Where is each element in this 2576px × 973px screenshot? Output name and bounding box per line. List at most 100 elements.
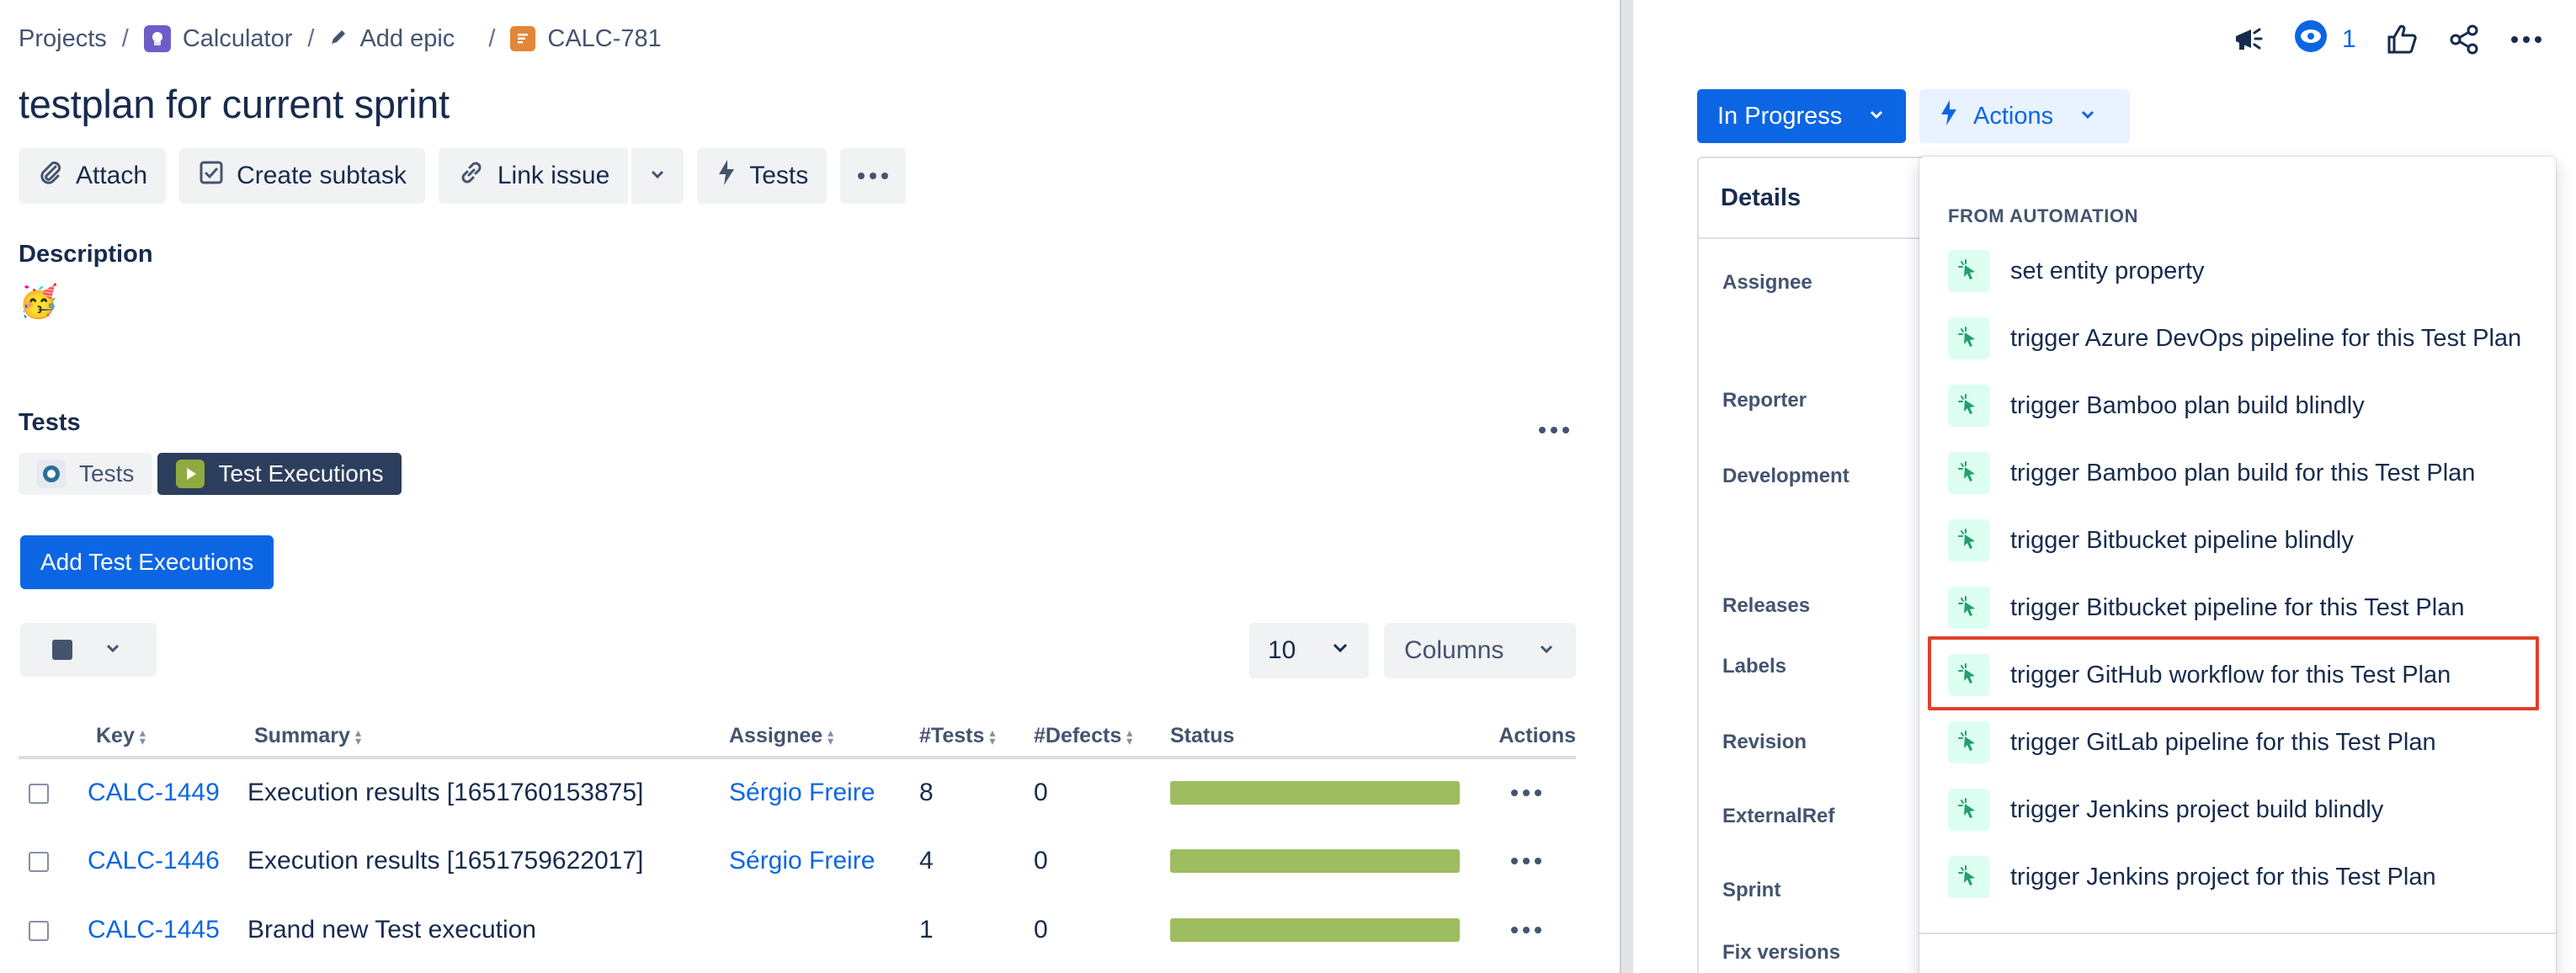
row-key-link[interactable]: CALC-1445 — [88, 916, 220, 944]
automation-menu-item-label: trigger GitLab pipeline for this Test Pl… — [2010, 728, 2436, 756]
automation-cursor-icon — [1948, 654, 1990, 696]
row-defects-count: 0 — [1034, 779, 1048, 806]
automation-menu-item-label: trigger Jenkins project build blindly — [2010, 795, 2384, 823]
row-checkbox[interactable] — [29, 921, 49, 942]
link-issue-button[interactable]: Link issue — [438, 148, 629, 204]
row-checkbox[interactable] — [29, 784, 49, 805]
row-summary: Execution results [1651760153875] — [247, 779, 644, 806]
tab-test-executions-label: Test Executions — [218, 460, 384, 486]
bulk-select-dropdown[interactable] — [20, 623, 157, 677]
row-tests-count: 8 — [919, 779, 934, 806]
page-size-value: 10 — [1268, 636, 1296, 664]
automation-menu-item[interactable]: trigger Bamboo plan build blindly — [1919, 372, 2556, 439]
story-icon — [510, 26, 536, 51]
row-key-link[interactable]: CALC-1449 — [88, 779, 220, 806]
share-icon[interactable] — [2447, 23, 2481, 56]
breadcrumb-epic-label: Add epic — [359, 24, 455, 52]
actions-dropdown-menu: FROM AUTOMATION set entity property trigg… — [1919, 157, 2556, 973]
tests-section-more-button[interactable] — [1537, 417, 1571, 443]
columns-button[interactable]: Columns — [1384, 623, 1576, 678]
table-row: CALC-1445 Brand new Test execution 1 0 — [19, 896, 1576, 965]
pane-resize-handle[interactable] — [1620, 0, 1633, 973]
table-header-row: Key ▴ ▾ Summary ▴ ▾ Assignee ▴ ▾ #Tests ▴ ▾ #Def… — [19, 715, 1576, 759]
tests-section-label: Tests — [19, 409, 81, 436]
chevron-down-icon — [104, 640, 121, 661]
attach-button[interactable]: Attach — [19, 148, 167, 204]
sort-icon: ▴ ▾ — [1126, 725, 1133, 747]
breadcrumb-projects[interactable]: Projects — [19, 25, 107, 53]
add-test-executions-button[interactable]: Add Test Executions — [20, 535, 274, 589]
link-icon — [457, 158, 486, 194]
tab-tests[interactable]: Tests — [19, 453, 153, 495]
automation-menu-item[interactable]: trigger Azure DevOps pipeline for this T… — [1919, 305, 2556, 372]
more-icon[interactable] — [2509, 23, 2543, 56]
more-icon — [858, 173, 889, 179]
automation-menu-item[interactable]: trigger Bitbucket pipeline for this Test… — [1919, 574, 2556, 641]
chevron-down-icon — [648, 162, 667, 190]
automation-menu-item[interactable]: trigger Bamboo plan build for this Test … — [1919, 439, 2556, 507]
row-actions-button[interactable] — [1477, 927, 1576, 933]
automation-cursor-icon — [1948, 452, 1990, 494]
create-subtask-button[interactable]: Create subtask — [179, 148, 425, 204]
column-header-tests[interactable]: #Tests ▴ ▾ — [919, 715, 1034, 759]
issue-main-pane: Projects / Calculator / Add epic / CALC-… — [0, 0, 1620, 973]
column-header-key[interactable]: Key ▴ ▾ — [69, 715, 247, 759]
actions-button[interactable]: Actions — [1919, 89, 2130, 143]
row-assignee-link[interactable]: Sérgio Freire — [729, 779, 875, 806]
column-header-assignee[interactable]: Assignee ▴ ▾ — [729, 715, 919, 759]
automation-cursor-icon — [1948, 856, 1990, 898]
row-actions-button[interactable] — [1477, 858, 1576, 864]
thumbs-up-icon[interactable] — [2385, 23, 2419, 56]
chevron-down-icon — [1867, 103, 1886, 130]
watch-button[interactable]: 1 — [2293, 19, 2356, 61]
tests-button[interactable]: Tests — [697, 148, 828, 204]
megaphone-icon[interactable] — [2231, 23, 2265, 56]
tests-label: Tests — [749, 162, 809, 189]
automation-menu-item-label: trigger Bamboo plan build blindly — [2010, 391, 2365, 419]
columns-label: Columns — [1404, 636, 1504, 664]
row-key-link[interactable]: CALC-1446 — [88, 847, 220, 875]
automation-menu-item-label: trigger Bitbucket pipeline for this Test… — [2010, 593, 2465, 621]
status-label: In Progress — [1717, 102, 1843, 130]
more-icon — [1539, 427, 1569, 433]
sort-icon: ▴ ▾ — [828, 725, 834, 747]
row-assignee-link[interactable]: Sérgio Freire — [729, 847, 875, 875]
issue-title[interactable]: testplan for current sprint — [19, 81, 450, 127]
column-header-summary[interactable]: Summary ▴ ▾ — [247, 715, 729, 759]
automation-menu-item[interactable]: set entity property — [1919, 237, 2556, 305]
field-label-development: Development — [1722, 465, 1850, 487]
automation-menu-item[interactable]: trigger GitHub workflow for this Test Pl… — [1919, 641, 2556, 709]
tab-test-executions[interactable]: Test Executions — [157, 453, 402, 495]
breadcrumb-project[interactable]: Calculator — [143, 25, 292, 53]
automation-menu-item-label: trigger Bitbucket pipeline blindly — [2010, 526, 2354, 554]
test-execution-icon — [176, 460, 205, 488]
description-label: Description — [19, 241, 153, 268]
breadcrumb-issue[interactable]: CALC-781 — [510, 25, 662, 53]
automation-menu-item[interactable]: trigger GitLab pipeline for this Test Pl… — [1919, 709, 2556, 776]
watch-count: 1 — [2342, 25, 2356, 53]
chevron-down-icon — [2078, 103, 2097, 130]
link-issue-dropdown-button[interactable] — [631, 148, 684, 204]
bulk-checkbox-icon — [52, 640, 72, 660]
eye-icon — [2293, 19, 2329, 61]
automation-cursor-icon — [1948, 250, 1990, 292]
more-icon — [1511, 927, 1541, 933]
more-actions-button[interactable] — [840, 148, 907, 204]
automation-menu-item[interactable]: trigger Bitbucket pipeline blindly — [1919, 507, 2556, 574]
automation-cursor-icon — [1948, 385, 1990, 427]
breadcrumb-add-epic[interactable]: Add epic — [329, 25, 455, 53]
row-actions-button[interactable] — [1477, 790, 1576, 796]
status-transition-button[interactable]: In Progress — [1697, 89, 1906, 143]
automation-menu-item[interactable]: trigger Jenkins project build blindly — [1919, 776, 2556, 843]
row-checkbox[interactable] — [29, 852, 49, 873]
more-icon — [1511, 790, 1541, 796]
select-column-header — [19, 715, 69, 759]
automation-menu-item[interactable]: trigger Jenkins project for this Test Pl… — [1919, 843, 2556, 911]
page-size-select[interactable]: 10 — [1249, 623, 1369, 678]
column-header-defects[interactable]: #Defects ▴ ▾ — [1034, 715, 1170, 759]
breadcrumb-separator: / — [121, 24, 129, 52]
automation-cursor-icon — [1948, 789, 1990, 831]
pencil-icon — [329, 25, 348, 53]
automation-menu-item-label: set entity property — [2010, 257, 2205, 284]
field-label-externalref: ExternalRef — [1722, 805, 1835, 827]
